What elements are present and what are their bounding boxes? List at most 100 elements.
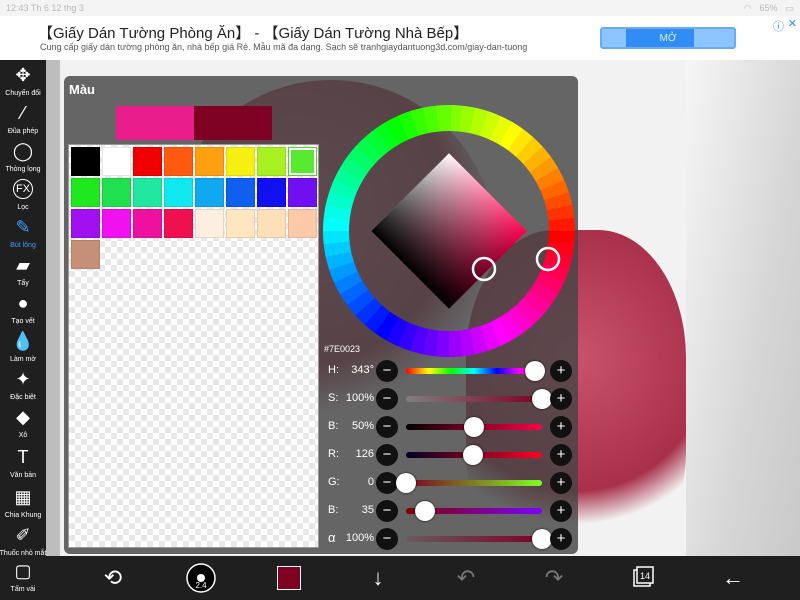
wifi-icon: ◠ <box>743 2 752 13</box>
tool-label: Xô <box>18 432 28 439</box>
slider-row-s: S: 100% − + <box>322 388 576 410</box>
tool-label: Đũa phép <box>7 128 39 135</box>
slider-value: 35 <box>361 504 374 516</box>
color-swatch[interactable] <box>226 209 255 238</box>
color-swatch[interactable] <box>71 240 100 269</box>
slider-knob[interactable] <box>532 389 552 409</box>
slider-row-h: H: 343° − + <box>322 360 576 382</box>
decrement-button[interactable]: − <box>376 416 398 438</box>
ad-description: Cung cấp giấy dán tường phòng ăn, nhà bế… <box>40 42 528 52</box>
brush-icon: ✎ <box>15 216 31 237</box>
slider-label: R: <box>328 448 339 460</box>
color-swatch[interactable] <box>195 147 224 176</box>
layers-icon: 14 <box>633 566 654 587</box>
color-swatch[interactable] <box>288 209 317 238</box>
color-swatch[interactable] <box>102 147 131 176</box>
slider-track[interactable] <box>406 480 542 486</box>
tool-label: Thòng lọng <box>5 166 41 173</box>
color-swatch[interactable] <box>71 178 100 207</box>
increment-button[interactable]: + <box>550 416 572 438</box>
tool-label: Đặc biệt <box>10 394 36 401</box>
ad-title[interactable]: 【Giấy Dán Tường Phòng Ăn】 - 【Giấy Dán Tư… <box>38 22 468 43</box>
eyedropper-icon: ✐ <box>15 524 31 545</box>
slider-track[interactable] <box>406 536 542 542</box>
tool-label: Chia Khung <box>4 512 42 519</box>
current-color-chip <box>277 566 301 590</box>
slider-label: B: <box>328 420 339 432</box>
status-time: 12:43 <box>6 3 29 13</box>
color-swatch[interactable] <box>226 178 255 207</box>
slider-label: S: <box>328 392 339 404</box>
layers-button[interactable]: 14 <box>630 562 658 594</box>
color-swatch[interactable] <box>133 209 162 238</box>
slider-knob[interactable] <box>532 529 552 549</box>
color-button[interactable] <box>274 562 304 594</box>
slider-track[interactable] <box>406 368 542 374</box>
color-swatch[interactable] <box>164 178 193 207</box>
color-swatch[interactable] <box>226 147 255 176</box>
increment-button[interactable]: + <box>550 444 572 466</box>
decrement-button[interactable]: − <box>376 472 398 494</box>
tool-canvas[interactable]: ▢ Tấm vải <box>0 558 46 600</box>
bucket-icon: ◆ <box>16 406 30 427</box>
color-swatch[interactable] <box>288 178 317 207</box>
layer-count: 14 <box>640 571 650 581</box>
decrement-button[interactable]: − <box>376 360 398 382</box>
slider-row-g: G: 0− + <box>322 472 576 494</box>
decrement-button[interactable]: − <box>376 500 398 522</box>
decrement-button[interactable]: − <box>376 444 398 466</box>
undo-icon[interactable]: ↶ <box>452 562 480 594</box>
redo-icon[interactable]: ↷ <box>540 562 568 594</box>
battery-icon: ▭ <box>785 2 794 13</box>
slider-row-bl: B: 35− + <box>322 500 576 522</box>
tool-label: Thuốc nhỏ mắt <box>0 550 47 557</box>
increment-button[interactable]: + <box>550 472 572 494</box>
battery-level: 65% <box>759 2 778 13</box>
ad-banner[interactable]: 【Giấy Dán Tường Phòng Ăn】 - 【Giấy Dán Tư… <box>0 16 800 60</box>
color-swatch[interactable] <box>71 147 100 176</box>
tool-label: Tẩy <box>17 280 29 287</box>
slider-knob[interactable] <box>414 501 435 521</box>
download-arrow-icon[interactable]: ↓ <box>364 562 392 594</box>
back-arrow-icon[interactable]: ← <box>718 562 748 594</box>
slider-knob[interactable] <box>464 417 484 437</box>
increment-button[interactable]: + <box>550 360 572 382</box>
increment-button[interactable]: + <box>550 528 572 550</box>
color-swatch[interactable] <box>102 209 131 238</box>
slider-value: 50% <box>351 420 374 432</box>
special-effect-icon: ✦ <box>15 368 31 389</box>
color-swatch[interactable] <box>195 209 224 238</box>
previous-color-preview[interactable] <box>194 106 272 140</box>
color-swatch[interactable] <box>102 178 131 207</box>
color-swatch[interactable] <box>257 147 286 176</box>
increment-button[interactable]: + <box>550 388 572 410</box>
ad-open-button[interactable]: MỞ <box>600 27 736 49</box>
color-swatch[interactable] <box>133 147 162 176</box>
slider-knob[interactable] <box>463 445 484 465</box>
color-swatch[interactable] <box>288 147 317 176</box>
ad-close-icon[interactable]: ✕ <box>788 17 797 30</box>
panel-title: Màu <box>69 82 95 97</box>
color-swatch[interactable] <box>257 178 286 207</box>
transform-icon[interactable]: ⟲ <box>98 562 128 594</box>
color-swatch[interactable] <box>71 209 100 238</box>
decrement-button[interactable]: − <box>376 388 398 410</box>
decrement-button[interactable]: − <box>376 528 398 550</box>
color-swatch[interactable] <box>164 147 193 176</box>
tool-label: Làm mờ <box>10 356 36 363</box>
frame-divider-icon: ▦ <box>14 486 32 507</box>
increment-button[interactable]: + <box>550 500 572 522</box>
slider-knob[interactable] <box>525 361 546 381</box>
color-wheel[interactable] <box>322 104 576 358</box>
color-swatch[interactable] <box>133 178 162 207</box>
swatch-palette <box>68 144 319 548</box>
filter-fx-icon: FX <box>13 179 33 199</box>
color-swatch[interactable] <box>164 209 193 238</box>
slider-knob[interactable] <box>396 473 416 493</box>
slider-track[interactable] <box>406 396 542 402</box>
color-swatch[interactable] <box>257 209 286 238</box>
eraser-icon: ▰ <box>16 254 30 275</box>
brush-size-button[interactable]: 2.4 <box>184 562 218 594</box>
color-swatch[interactable] <box>195 178 224 207</box>
ad-info-icon[interactable]: ⓘ <box>773 18 784 34</box>
